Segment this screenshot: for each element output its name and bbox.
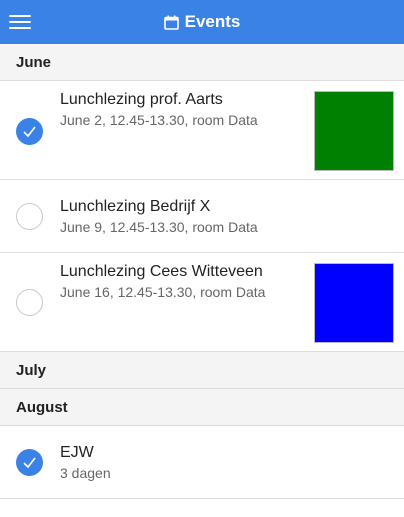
page-title-text: Events <box>184 12 241 31</box>
event-title: Lunchlezing Cees Witteveen <box>60 263 263 280</box>
page-title: Events <box>0 0 404 44</box>
event-item[interactable]: EJW 3 dagen <box>0 426 404 499</box>
event-subtitle: June 9, 12.45-13.30, room Data <box>60 219 258 235</box>
event-title: Lunchlezing prof. Aarts <box>60 91 223 108</box>
event-title: Lunchlezing Bedrijf X <box>60 198 211 215</box>
events-list: June Lunchlezing prof. Aarts June 2, 12.… <box>0 44 404 499</box>
event-item[interactable]: Lunchlezing prof. Aarts June 2, 12.45-13… <box>0 81 404 180</box>
checkmark-icon <box>23 126 36 138</box>
calendar-icon <box>163 15 179 30</box>
event-item[interactable]: Lunchlezing Cees Witteveen June 16, 12.4… <box>0 253 404 352</box>
event-thumbnail <box>314 91 394 171</box>
checkmark-icon <box>23 457 36 469</box>
section-divider-june: June <box>0 44 404 81</box>
checkbox-checked[interactable] <box>16 449 43 476</box>
event-subtitle: June 2, 12.45-13.30, room Data <box>60 112 258 128</box>
app-header: Events <box>0 0 404 44</box>
section-divider-august: August <box>0 389 404 426</box>
event-title: EJW <box>60 444 94 461</box>
checkbox-unchecked[interactable] <box>16 289 43 316</box>
event-subtitle: 3 dagen <box>60 465 111 481</box>
event-subtitle: June 16, 12.45-13.30, room Data <box>60 284 266 300</box>
event-thumbnail <box>314 263 394 343</box>
section-divider-july: July <box>0 352 404 389</box>
checkbox-unchecked[interactable] <box>16 203 43 230</box>
event-item[interactable]: Lunchlezing Bedrijf X June 9, 12.45-13.3… <box>0 180 404 253</box>
checkbox-checked[interactable] <box>16 118 43 145</box>
